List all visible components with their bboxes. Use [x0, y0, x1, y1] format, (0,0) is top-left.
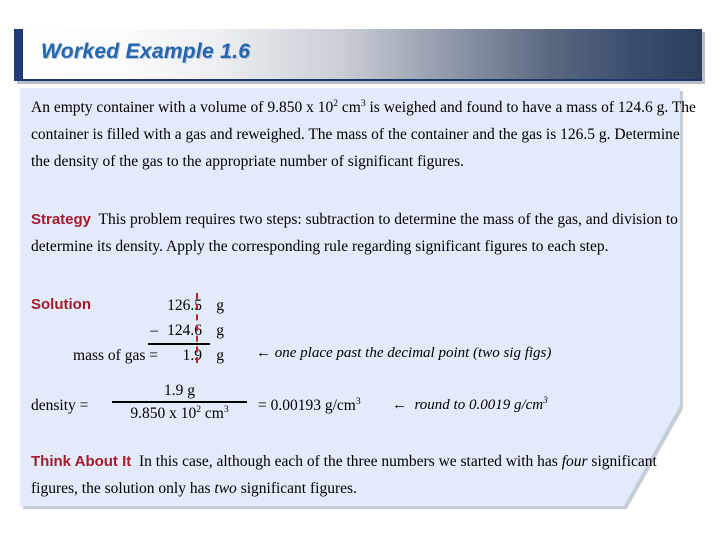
content-area: An empty container with a volume of 9.85…: [20, 88, 700, 508]
rounding-annotation: ← round to 0.0019 g/cm3: [392, 396, 548, 414]
problem-text-2: cm: [338, 99, 361, 116]
fraction-numerator: 1.9 g: [164, 382, 195, 399]
think-text-3: significant figures.: [236, 480, 357, 497]
denominator-text-2: cm: [201, 405, 224, 422]
left-arrow-icon: ←: [392, 397, 407, 413]
rounding-sup: 3: [543, 396, 548, 406]
rounding-text: round to 0.0019 g/cm: [414, 397, 544, 413]
subtraction-rule-line: [148, 343, 210, 345]
think-about-it-label: Think About It: [31, 453, 132, 470]
problem-statement: An empty container with a volume of 9.85…: [31, 94, 699, 175]
denominator-sup-2: 3: [223, 403, 229, 415]
density-result-text: = 0.00193 g/cm: [258, 397, 356, 414]
title-bar-container: Worked Example 1.6: [14, 29, 705, 84]
calc-unit: g: [216, 322, 224, 339]
calc-row: – 124.6 g: [20, 318, 280, 343]
calc-number: 126.5: [167, 297, 202, 314]
title-bar: Worked Example 1.6: [14, 29, 702, 81]
strategy-label: Strategy: [31, 211, 92, 228]
title-accent-bar: [14, 29, 23, 81]
calc-number: 1.9: [182, 347, 202, 364]
denominator-text-1: 9.850 x 10: [130, 405, 197, 422]
think-about-it-section: Think About It In this case, although ea…: [31, 448, 681, 502]
slide: Worked Example 1.6 An empty container wi…: [0, 0, 720, 540]
density-result-sup: 3: [355, 395, 361, 407]
decimal-alignment-dashed-line: [196, 293, 198, 363]
calc-unit: g: [216, 347, 224, 364]
subtraction-calculation: 126.5 g – 124.6 g mass of gas = 1.9 g: [20, 293, 280, 368]
calc-unit: g: [216, 297, 224, 314]
density-fraction: 1.9 g 9.850 x 102 cm3: [112, 381, 247, 424]
density-label: density =: [31, 397, 89, 414]
strategy-text: This problem requires two steps: subtrac…: [31, 211, 678, 255]
solution-section: Solution 126.5 g – 124.6 g mass of gas =…: [20, 293, 700, 373]
calc-row: mass of gas = 1.9 g: [20, 343, 280, 368]
think-text-1: In this case, although each of the three…: [139, 453, 562, 470]
density-section: density = 1.9 g 9.850 x 102 cm3 = 0.0019…: [20, 381, 700, 433]
subtraction-annotation: ← one place past the decimal point (two …: [256, 345, 552, 361]
problem-text-1: An empty container with a volume of 9.85…: [31, 99, 334, 116]
think-italic-1: four: [561, 453, 588, 470]
strategy-section: Strategy This problem requires two steps…: [31, 206, 693, 260]
calc-number: 124.6: [167, 322, 202, 339]
calc-row: 126.5 g: [20, 293, 280, 318]
think-italic-2: two: [214, 480, 237, 497]
fraction-denominator: 9.850 x 102 cm3: [112, 403, 247, 424]
page-title: Worked Example 1.6: [41, 40, 251, 63]
density-result: = 0.00193 g/cm3: [258, 397, 361, 415]
